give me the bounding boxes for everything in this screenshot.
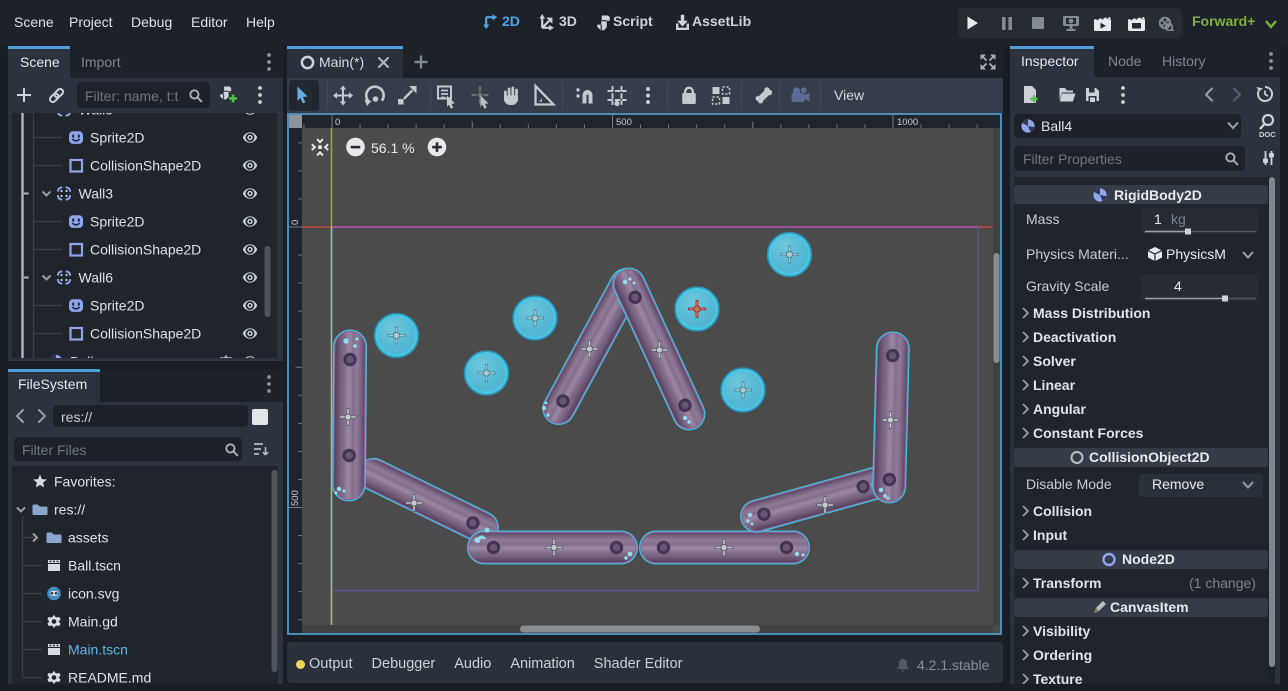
svg-text:Physics Materi...: Physics Materi... bbox=[1026, 246, 1129, 262]
svg-text:PhysicsM: PhysicsM bbox=[1166, 246, 1226, 262]
svg-text:Mass: Mass bbox=[1026, 211, 1059, 227]
svg-text:Node2D: Node2D bbox=[1122, 551, 1175, 567]
svg-text:kg: kg bbox=[1171, 211, 1186, 227]
svg-text:Sprite2D: Sprite2D bbox=[90, 130, 144, 146]
svg-text:res://: res:// bbox=[54, 502, 85, 518]
svg-text:Wall3: Wall3 bbox=[79, 186, 114, 202]
svg-text:Main.tscn: Main.tscn bbox=[68, 642, 128, 658]
svg-text:Linear: Linear bbox=[1033, 377, 1076, 393]
svg-text:Ordering: Ordering bbox=[1033, 647, 1092, 663]
svg-text:CollisionShape2D: CollisionShape2D bbox=[90, 326, 201, 342]
svg-text:0: 0 bbox=[335, 117, 340, 128]
svg-text:500: 500 bbox=[290, 490, 301, 506]
svg-text:Wall5: Wall5 bbox=[79, 113, 114, 118]
svg-text:Ball: Ball bbox=[70, 354, 93, 359]
svg-text:Gravity Scale: Gravity Scale bbox=[1026, 278, 1109, 294]
svg-text:(1 change): (1 change) bbox=[1189, 575, 1256, 591]
svg-text:Input: Input bbox=[1033, 527, 1068, 543]
svg-text:Solver: Solver bbox=[1033, 353, 1076, 369]
svg-text:Collision: Collision bbox=[1033, 503, 1092, 519]
svg-text:CollisionShape2D: CollisionShape2D bbox=[90, 242, 201, 258]
svg-text:Disable Mode: Disable Mode bbox=[1026, 476, 1112, 492]
svg-text:500: 500 bbox=[616, 117, 632, 128]
svg-text:Remove: Remove bbox=[1152, 476, 1204, 492]
svg-text:icon.svg: icon.svg bbox=[68, 586, 119, 602]
svg-text:CollisionObject2D: CollisionObject2D bbox=[1089, 449, 1210, 465]
svg-text:assets: assets bbox=[68, 530, 108, 546]
svg-text:RigidBody2D: RigidBody2D bbox=[1114, 187, 1202, 203]
svg-text:Texture: Texture bbox=[1033, 671, 1083, 684]
svg-text:Angular: Angular bbox=[1033, 401, 1086, 417]
svg-text:Constant Forces: Constant Forces bbox=[1033, 425, 1144, 441]
svg-text:Ball.tscn: Ball.tscn bbox=[68, 558, 121, 574]
svg-text:CanvasItem: CanvasItem bbox=[1110, 599, 1189, 615]
svg-text:Favorites:: Favorites: bbox=[54, 474, 115, 490]
svg-text:Visibility: Visibility bbox=[1033, 623, 1091, 639]
svg-text:Sprite2D: Sprite2D bbox=[90, 298, 144, 314]
svg-text:Main.gd: Main.gd bbox=[68, 614, 118, 630]
svg-text:4: 4 bbox=[1174, 278, 1182, 294]
svg-text:DOC: DOC bbox=[1259, 130, 1276, 139]
svg-text:CollisionShape2D: CollisionShape2D bbox=[90, 158, 201, 174]
svg-text:1000: 1000 bbox=[897, 117, 918, 128]
svg-text:Sprite2D: Sprite2D bbox=[90, 214, 144, 230]
svg-text:Deactivation: Deactivation bbox=[1033, 329, 1116, 345]
svg-text:0: 0 bbox=[290, 220, 301, 225]
svg-text:Wall6: Wall6 bbox=[79, 270, 114, 286]
svg-text:README.md: README.md bbox=[68, 670, 151, 685]
svg-text:Transform: Transform bbox=[1033, 575, 1101, 591]
svg-text:1: 1 bbox=[1154, 211, 1162, 227]
svg-text:Mass Distribution: Mass Distribution bbox=[1033, 305, 1150, 321]
